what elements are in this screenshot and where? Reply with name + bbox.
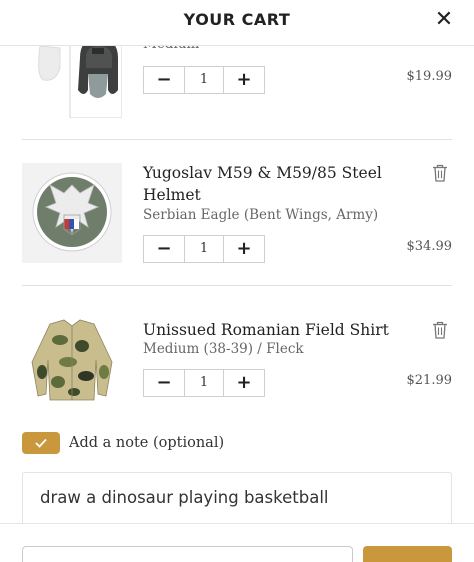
quantity-value[interactable]: 1 xyxy=(184,67,224,93)
trash-icon[interactable] xyxy=(432,164,448,182)
increase-quantity-button[interactable]: + xyxy=(224,236,264,262)
increase-quantity-button[interactable]: + xyxy=(224,67,264,93)
item-1-price: $19.99 xyxy=(406,69,453,84)
cart-footer xyxy=(0,523,474,562)
increase-quantity-button[interactable]: + xyxy=(224,370,264,396)
item-divider xyxy=(22,285,452,286)
item-2-title[interactable]: Yugoslav M59 & M59/85 Steel Helmet xyxy=(143,162,403,206)
cart-header: YOUR CART ✕ xyxy=(0,0,474,46)
quantity-value[interactable]: 1 xyxy=(184,236,224,262)
item-3-variant: Medium (38-39) / Fleck xyxy=(143,341,304,357)
item-3-quantity-stepper: − 1 + xyxy=(143,369,265,397)
apply-button[interactable] xyxy=(363,546,452,562)
add-note-label: Add a note (optional) xyxy=(69,435,225,451)
helmet-badge-image xyxy=(22,163,122,263)
trash-icon[interactable] xyxy=(432,321,448,339)
add-note-checkbox[interactable] xyxy=(22,432,60,454)
decrease-quantity-button[interactable]: − xyxy=(144,67,184,93)
item-2-price: $34.99 xyxy=(406,239,453,254)
add-note-row: Add a note (optional) xyxy=(22,432,224,454)
quantity-value[interactable]: 1 xyxy=(184,370,224,396)
camo-shirt-image xyxy=(22,310,122,410)
item-divider xyxy=(22,139,452,140)
cart-items-list: Medium − 1 + $19.99 Yugoslav M59 & M59/8… xyxy=(0,0,474,430)
discount-code-input[interactable] xyxy=(22,546,353,562)
close-icon[interactable]: ✕ xyxy=(432,8,456,32)
item-3-title[interactable]: Unissued Romanian Field Shirt xyxy=(143,319,403,341)
decrease-quantity-button[interactable]: − xyxy=(144,370,184,396)
page-title: YOUR CART xyxy=(183,10,291,29)
decrease-quantity-button[interactable]: − xyxy=(144,236,184,262)
item-3-price: $21.99 xyxy=(406,373,453,388)
item-image-shirt[interactable] xyxy=(22,310,122,410)
item-1-quantity-stepper: − 1 + xyxy=(143,66,265,94)
checkmark-icon xyxy=(35,438,47,448)
item-2-quantity-stepper: − 1 + xyxy=(143,235,265,263)
item-2-variant: Serbian Eagle (Bent Wings, Army) xyxy=(143,207,379,223)
item-image-helmet[interactable] xyxy=(22,163,122,263)
